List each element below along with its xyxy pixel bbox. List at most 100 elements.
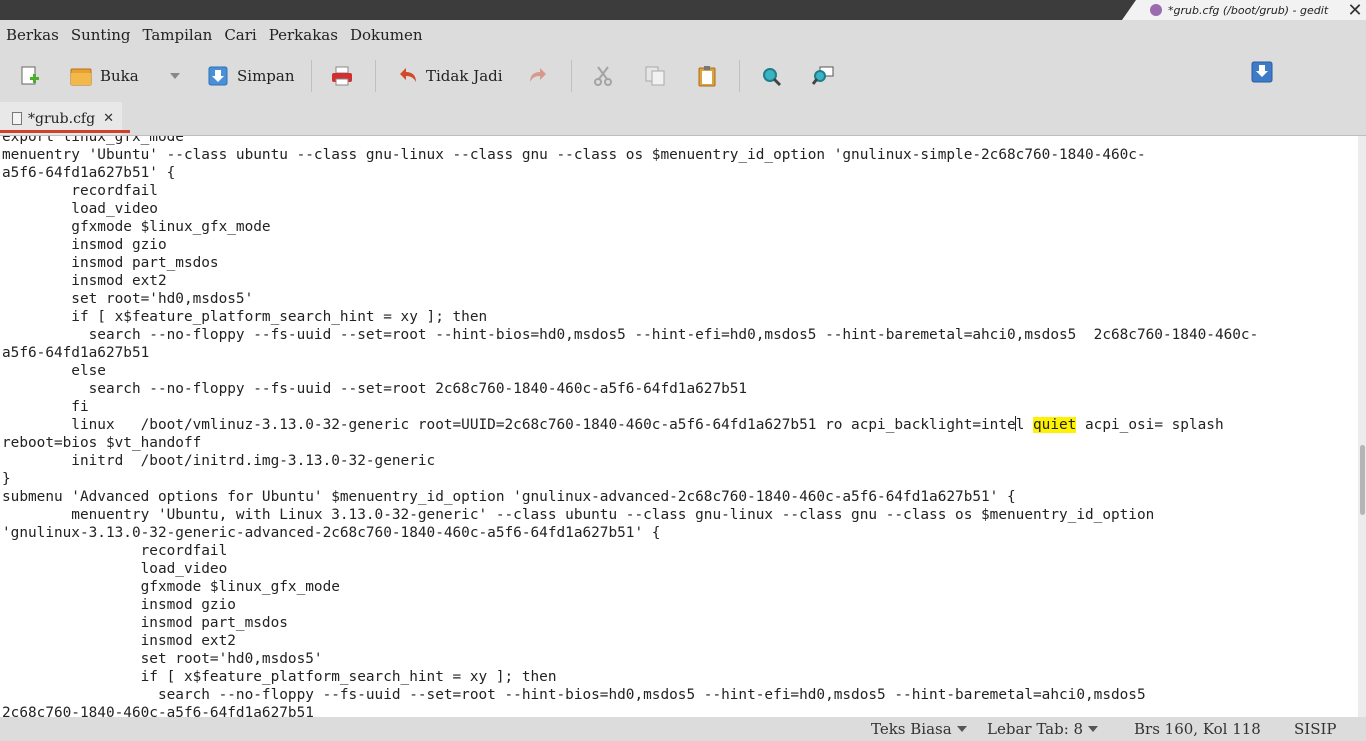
vertical-scrollbar[interactable]	[1358, 136, 1366, 717]
code-text: acpi_osi= splash	[1076, 417, 1224, 433]
code-line: menuentry 'Ubuntu, with Linux 3.13.0-32-…	[2, 507, 1155, 523]
code-line: gfxmode $linux_gfx_mode	[2, 219, 271, 235]
scissors-icon	[594, 66, 612, 86]
code-line: submenu 'Advanced options for Ubuntu' $m…	[2, 489, 1016, 505]
code-line: recordfail	[2, 543, 228, 559]
menu-dokumen[interactable]: Dokumen	[350, 26, 423, 44]
menu-cari[interactable]: Cari	[224, 26, 256, 44]
syntax-label: Teks Biasa	[871, 720, 952, 738]
code-line: insmod gzio	[2, 237, 167, 253]
download-arrow-icon	[1251, 61, 1273, 83]
text-file-icon	[12, 112, 22, 125]
undo-arrow-icon	[400, 68, 416, 82]
search-match-highlight: quiet	[1033, 417, 1077, 433]
scrollbar-thumb[interactable]	[1360, 445, 1365, 515]
code-line: a5f6-64fd1a627b51	[2, 345, 150, 361]
code-line: insmod part_msdos	[2, 615, 288, 631]
code-line: insmod gzio	[2, 597, 236, 613]
find-button[interactable]	[760, 62, 782, 90]
window-close-button[interactable]: ✕	[1344, 0, 1366, 21]
undo-button[interactable]: Tidak Jadi	[396, 62, 503, 90]
tab-width-label: Lebar Tab: 8	[987, 720, 1084, 738]
print-button[interactable]	[331, 62, 353, 90]
window-title-tab[interactable]: *grub.cfg (/boot/grub) - gedit	[1122, 0, 1344, 20]
find-replace-icon	[812, 66, 834, 85]
toolbar-overflow-button[interactable]	[1251, 58, 1273, 86]
open-recent-dropdown[interactable]	[165, 62, 180, 90]
code-line: set root='hd0,msdos5'	[2, 291, 254, 307]
undo-label: Tidak Jadi	[426, 67, 503, 85]
code-line: insmod part_msdos	[2, 255, 219, 271]
copy-button[interactable]	[644, 62, 666, 90]
open-label: Buka	[100, 67, 139, 85]
code-line: search --no-floppy --fs-uuid --set=root …	[2, 381, 748, 397]
code-line: }	[2, 471, 11, 487]
menu-perkakas[interactable]: Perkakas	[269, 26, 338, 44]
cursor-position: Brs 160, Kol 118	[1134, 720, 1261, 738]
code-line: insmod ext2	[2, 273, 167, 289]
copy-icon	[645, 66, 665, 86]
paste-button[interactable]	[696, 62, 718, 90]
toolbar-separator	[375, 60, 376, 92]
tab-close-button[interactable]: ✕	[103, 111, 114, 126]
code-line: if [ x$feature_platform_search_hint = xy…	[2, 669, 557, 685]
top-panel: *grub.cfg (/boot/grub) - gedit ✕	[0, 0, 1366, 21]
printer-icon	[332, 66, 352, 86]
document-tabs: *grub.cfg ✕	[0, 102, 1366, 136]
text-editor[interactable]: export linux_gfx_mode menuentry 'Ubuntu'…	[0, 136, 1366, 717]
code-line: else	[2, 363, 106, 379]
code-line: search --no-floppy --fs-uuid --set=root …	[2, 687, 1146, 703]
syntax-language-selector[interactable]: Teks Biasa	[871, 720, 967, 738]
folder-open-icon	[70, 68, 92, 86]
gedit-app-icon	[1150, 4, 1162, 16]
active-tab-indicator	[0, 130, 130, 133]
code-line: menuentry 'Ubuntu' --class ubuntu --clas…	[2, 147, 1146, 163]
new-document-icon	[21, 66, 39, 85]
code-line: insmod ext2	[2, 633, 236, 649]
search-icon	[763, 68, 782, 87]
tab-width-selector[interactable]: Lebar Tab: 8	[987, 720, 1099, 738]
code-line: if [ x$feature_platform_search_hint = xy…	[2, 309, 488, 325]
find-replace-button[interactable]	[812, 62, 834, 90]
code-text: linux /boot/vmlinuz-3.13.0-32-generic ro…	[2, 417, 1016, 433]
cut-button[interactable]	[592, 62, 614, 90]
code-text: l	[1015, 417, 1034, 433]
clipboard-paste-icon	[698, 66, 716, 87]
insert-mode-indicator: SISIP	[1294, 720, 1337, 738]
code-line: fi	[2, 399, 89, 415]
code-line: a5f6-64fd1a627b51' {	[2, 165, 176, 181]
code-line: 2c68c760-1840-460c-a5f6-64fd1a627b51	[2, 705, 314, 717]
code-line: 'gnulinux-3.13.0-32-generic-advanced-2c6…	[2, 525, 661, 541]
status-bar: Teks Biasa Lebar Tab: 8 Brs 160, Kol 118…	[0, 717, 1366, 741]
menu-sunting[interactable]: Sunting	[71, 26, 131, 44]
toolbar: Buka Simpan Tidak Jadi	[0, 50, 1366, 102]
menu-tampilan[interactable]: Tampilan	[143, 26, 213, 44]
toolbar-separator	[311, 60, 312, 92]
new-document-button[interactable]	[19, 62, 41, 90]
code-line: search --no-floppy --fs-uuid --set=root …	[2, 327, 1259, 343]
code-line: load_video	[2, 201, 158, 217]
chevron-down-icon	[1088, 726, 1099, 732]
open-button[interactable]: Buka	[70, 62, 139, 90]
window-title: *grub.cfg (/boot/grub) - gedit	[1168, 3, 1329, 17]
chevron-down-icon	[170, 73, 180, 79]
chevron-down-icon	[956, 726, 967, 732]
code-line: set root='hd0,msdos5'	[2, 651, 323, 667]
code-line: reboot=bios $vt_handoff	[2, 435, 202, 451]
code-line: gfxmode $linux_gfx_mode	[2, 579, 340, 595]
tab-label: *grub.cfg	[28, 110, 96, 127]
code-line-linux: linux /boot/vmlinuz-3.13.0-32-generic ro…	[2, 416, 1224, 433]
code-line: initrd /boot/initrd.img-3.13.0-32-generi…	[2, 453, 436, 469]
save-button[interactable]: Simpan	[207, 62, 295, 90]
save-download-icon	[208, 66, 228, 86]
code-line: recordfail	[2, 183, 158, 199]
code-view[interactable]: export linux_gfx_mode menuentry 'Ubuntu'…	[2, 136, 1258, 717]
save-label: Simpan	[237, 67, 295, 85]
toolbar-separator	[739, 60, 740, 92]
menu-bar: Berkas Sunting Tampilan Cari Perkakas Do…	[0, 20, 1366, 50]
toolbar-separator	[571, 60, 572, 92]
menu-berkas[interactable]: Berkas	[6, 26, 59, 44]
redo-button[interactable]	[528, 62, 550, 90]
redo-arrow-icon	[530, 68, 546, 82]
code-line: export linux_gfx_mode	[2, 136, 184, 145]
